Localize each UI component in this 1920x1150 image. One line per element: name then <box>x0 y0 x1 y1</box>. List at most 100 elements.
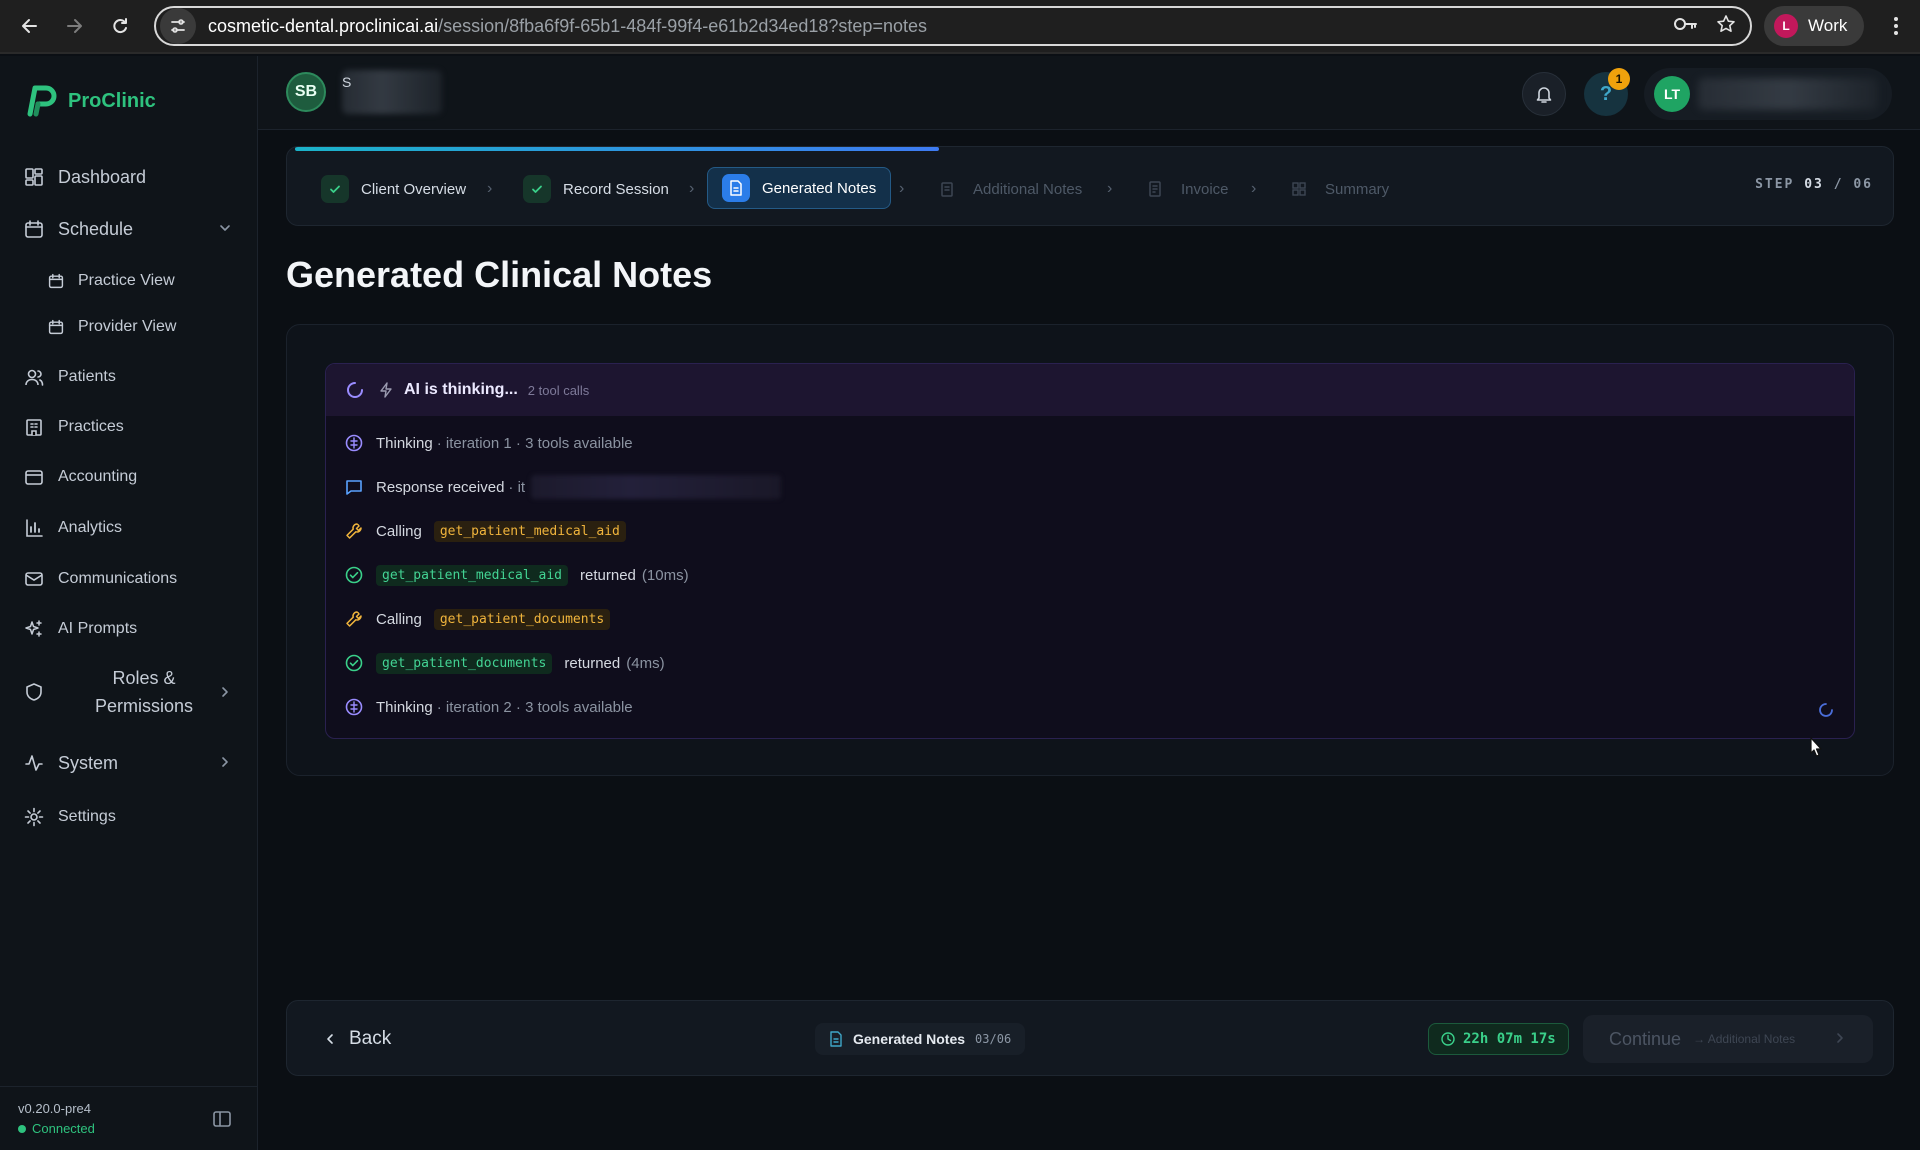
brand[interactable]: ProClinic <box>24 84 156 118</box>
page-title: Generated Clinical Notes <box>286 254 713 295</box>
sidebar-item-schedule[interactable]: Schedule <box>16 208 242 250</box>
sidebar-item-label: Accounting <box>58 468 138 485</box>
step-counter-current: 03 <box>1804 177 1824 192</box>
step-counter-total: / 06 <box>1833 177 1873 192</box>
sidebar-item-practices[interactable]: Practices <box>16 406 242 448</box>
step-client-overview[interactable]: Client Overview <box>321 169 466 209</box>
chevron-right-icon <box>222 757 228 767</box>
client-name: S <box>342 74 352 90</box>
grid-icon <box>1285 175 1313 203</box>
sidebar-footer: v0.20.0-pre4 Connected <box>0 1086 258 1150</box>
browser-toolbar: cosmetic-dental.proclinicai.ai/session/8… <box>0 0 1920 54</box>
session-stepper: Client Overview › Record Session › Gener… <box>286 146 1894 226</box>
step-label: Client Overview <box>361 180 467 198</box>
sidebar-item-provider-view[interactable]: Provider View <box>40 306 240 348</box>
message-icon <box>344 477 364 497</box>
step-invoice[interactable]: Invoice <box>1141 169 1229 209</box>
document-icon <box>722 174 750 202</box>
log-detail: (10ms) <box>641 566 689 584</box>
sidebar-item-ai-prompts[interactable]: AI Prompts <box>16 608 242 650</box>
log-entry: Thinking · iteration 1 · 3 tools availab… <box>344 428 633 458</box>
stepper-progress-bar <box>295 147 939 151</box>
log-detail: (4ms) <box>626 654 665 672</box>
bookmark-star-icon[interactable] <box>1716 14 1736 39</box>
collapse-sidebar-icon[interactable] <box>212 1109 232 1129</box>
continue-button[interactable]: Continue → Additional Notes <box>1583 1015 1873 1063</box>
log-entry: get_patient_documents returned (4ms) <box>344 648 665 678</box>
building-icon <box>26 419 42 436</box>
step-record-session[interactable]: Record Session <box>523 169 669 209</box>
calendar-icon <box>48 319 64 335</box>
chevron-right-icon: › <box>1107 180 1113 197</box>
step-label: Generated Notes <box>762 179 877 197</box>
sidebar-item-settings[interactable]: Settings <box>16 796 242 838</box>
ai-status: AI is thinking... <box>404 381 518 398</box>
address-bar[interactable]: cosmetic-dental.proclinicai.ai/session/8… <box>154 6 1752 46</box>
step-label: Additional Notes <box>973 180 1083 198</box>
sidebar-item-practice-view[interactable]: Practice View <box>40 260 240 302</box>
chevron-right-icon <box>222 687 228 697</box>
log-text: Response received <box>376 478 505 496</box>
step-summary[interactable]: Summary <box>1285 169 1389 209</box>
sidebar-item-label: Analytics <box>58 519 123 536</box>
user-menu[interactable]: LT <box>1644 68 1892 120</box>
sidebar: ProClinic Dashboard Schedule Practice Vi… <box>0 56 258 1150</box>
sidebar-item-dashboard[interactable]: Dashboard <box>16 156 242 198</box>
tool-name: get_patient_medical_aid <box>433 520 626 542</box>
chevron-left-icon <box>327 1034 333 1044</box>
site-settings-icon[interactable] <box>160 8 196 44</box>
chevron-right-icon: › <box>899 180 905 197</box>
browser-menu-icon[interactable] <box>1878 8 1914 44</box>
sidebar-item-label: System <box>58 752 119 773</box>
sidebar-item-roles-permissions[interactable]: Roles & Permissions <box>16 660 242 724</box>
document-icon <box>830 1031 842 1047</box>
loading-spinner-icon <box>1819 703 1833 717</box>
session-footer: Back Generated Notes 03/06 22h 07m 17s C… <box>286 1000 1894 1076</box>
ai-activity-header[interactable]: AI is thinking... 2 tool calls <box>326 364 1854 416</box>
step-label: Record Session <box>563 180 669 198</box>
top-header: SB S ? 1 LT <box>258 56 1920 130</box>
clock-icon <box>1441 1032 1455 1046</box>
back-arrow-icon[interactable] <box>8 4 52 48</box>
sidebar-item-system[interactable]: System <box>16 742 242 784</box>
sidebar-item-analytics[interactable]: Analytics <box>16 507 242 549</box>
session-timer: 22h 07m 17s <box>1428 1023 1569 1055</box>
reload-icon[interactable] <box>98 4 142 48</box>
brain-icon <box>344 697 364 717</box>
gear-icon <box>24 807 44 827</box>
sidebar-item-label: Dashboard <box>58 166 147 187</box>
back-label: Back <box>349 1028 392 1049</box>
sidebar-item-label: Schedule <box>58 218 134 239</box>
log-text: Thinking <box>376 434 433 452</box>
log-text: Calling <box>376 522 422 540</box>
generated-notes-card: AI is thinking... 2 tool calls Thinking … <box>286 324 1894 776</box>
wallet-icon <box>25 470 43 485</box>
spinner-icon <box>347 382 363 398</box>
step-additional-notes[interactable]: Additional Notes <box>933 169 1082 209</box>
sidebar-item-label: AI Prompts <box>58 620 138 637</box>
proclinic-logo-icon <box>27 85 57 117</box>
current-step-count: 03/06 <box>975 1032 1012 1046</box>
help-badge: 1 <box>1608 68 1630 90</box>
back-button[interactable]: Back <box>323 1019 391 1059</box>
step-label: Summary <box>1325 180 1390 198</box>
log-detail: · it <box>508 478 526 496</box>
user-name-redacted <box>1698 78 1878 110</box>
forward-arrow-icon[interactable] <box>52 4 96 48</box>
bar-chart-icon <box>26 519 43 537</box>
sidebar-item-accounting[interactable]: Accounting <box>16 456 242 498</box>
step-generated-notes[interactable]: Generated Notes <box>707 167 892 209</box>
url-text: cosmetic-dental.proclinicai.ai/session/8… <box>208 15 927 36</box>
sidebar-item-communications[interactable]: Communications <box>16 558 242 600</box>
browser-profile-button[interactable]: L Work <box>1764 6 1864 46</box>
password-key-icon[interactable] <box>1674 16 1698 37</box>
sidebar-item-label: Practices <box>58 418 124 435</box>
log-text: Thinking <box>376 698 433 716</box>
check-circle-icon <box>344 653 364 673</box>
notifications-button[interactable] <box>1522 72 1566 116</box>
sparkles-icon <box>25 620 42 637</box>
sidebar-item-patients[interactable]: Patients <box>16 356 242 398</box>
client-avatar[interactable]: SB <box>286 72 326 112</box>
wrench-icon <box>344 521 364 541</box>
users-icon <box>25 369 44 386</box>
